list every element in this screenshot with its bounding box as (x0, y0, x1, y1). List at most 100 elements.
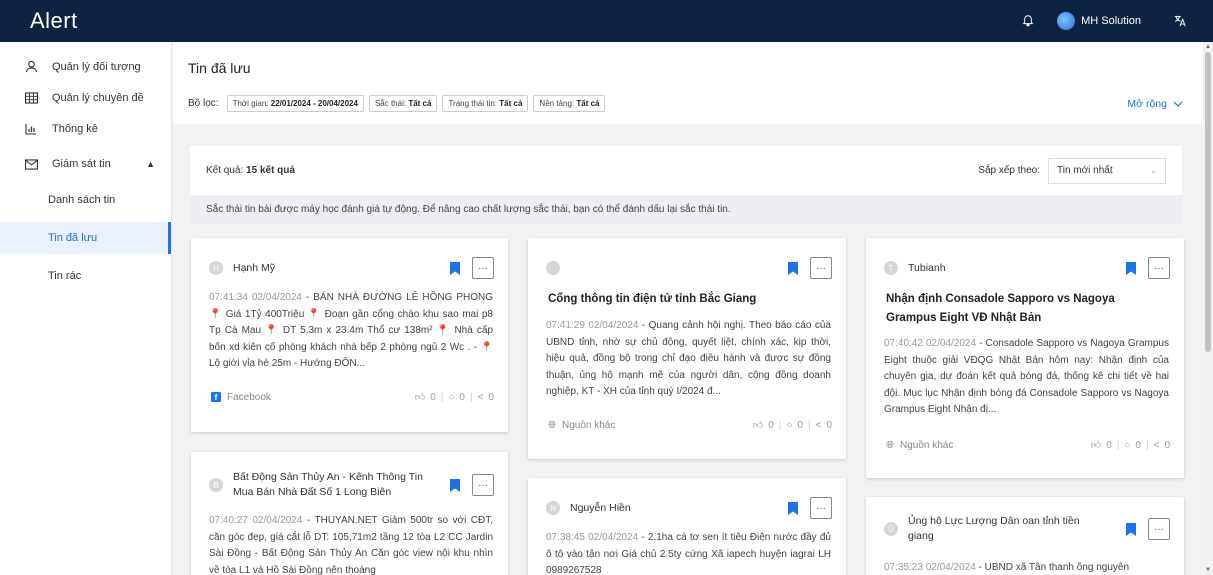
bookmark-icon[interactable] (1120, 257, 1142, 279)
bookmark-icon[interactable] (782, 497, 804, 519)
source-name[interactable]: Nguyễn Hiền (570, 501, 631, 516)
sidebar-item-news-list[interactable]: Danh sách tin (0, 184, 171, 216)
top-bar: Alert MH Solution (0, 0, 1213, 42)
table-icon (24, 91, 38, 105)
card-header: T Tubianh ··· (884, 256, 1170, 280)
card-content[interactable]: 07:40:27 02/04/2024 - THUYAN.NET Giảm 50… (209, 513, 493, 575)
engagement-stats: 👍︎ 0 | ○ 0 | <0 (752, 419, 832, 432)
news-card[interactable]: T Tubianh ··· Nhận định Consadole Sappor… (866, 238, 1184, 478)
card-title[interactable]: Cổng thông tin điện tử tỉnh Bắc Giang (548, 290, 828, 309)
card-actions: ··· (782, 497, 832, 519)
card-content[interactable]: 07:40:42 02/04/2024 - Consadole Sapporo … (884, 336, 1169, 420)
more-options-button[interactable]: ··· (1148, 518, 1170, 540)
bookmark-icon[interactable] (444, 474, 466, 496)
card-actions: ··· (444, 474, 494, 496)
comment-icon: ○ (1124, 439, 1131, 451)
bookmark-icon[interactable] (1120, 518, 1142, 540)
page-title: Tin đã lưu (188, 60, 251, 76)
news-card[interactable]: B Bất Động Sản Thủy An - Kênh Thông Tin … (191, 452, 508, 575)
share-icon: < (477, 391, 484, 403)
scroll-thumb[interactable] (1205, 52, 1211, 352)
source-name[interactable]: Tubianh (908, 261, 946, 276)
card-content[interactable]: 07:35:23 02/04/2024 - UBND xã Tân thanh … (884, 560, 1169, 575)
post-time: 07:35:23 02/04/2024 (884, 562, 976, 573)
source-name[interactable]: Hạnh Mỹ (233, 261, 275, 276)
mail-icon (24, 157, 38, 171)
filter-chip-platform[interactable]: Nền tảng: Tất cả (533, 95, 606, 112)
more-options-button[interactable]: ··· (810, 497, 832, 519)
expand-button[interactable]: Mở rộng (1127, 98, 1183, 110)
platform-info: 🌐︎ Nguồn khác (886, 439, 954, 451)
sidebar-item-object-management[interactable]: Quản lý đối tượng (0, 51, 171, 82)
source-avatar: Ủ (884, 522, 898, 536)
card-actions: ··· (444, 257, 494, 279)
filter-chip-time[interactable]: Thời gian: 22/01/2024 - 20/04/2024 (226, 95, 364, 112)
sidebar-item-saved-news[interactable]: Tin đã lưu (0, 222, 171, 254)
card-content[interactable]: 07:41:29 02/04/2024 - Quang cảnh hội ngh… (546, 318, 831, 402)
sort-select[interactable]: Tin mới nhất ⌄ (1048, 157, 1166, 184)
chevron-up-icon[interactable]: ▲ (146, 159, 155, 169)
sidebar-item-label: Giám sát tin (52, 158, 111, 170)
post-text: UBND xã Tân thanh ông nguyên (984, 562, 1130, 573)
more-options-button[interactable]: ··· (472, 474, 494, 496)
facebook-icon: f (211, 392, 221, 402)
card-header: H Hạnh Mỹ ··· (209, 256, 494, 280)
filter-chip-status[interactable]: Trạng thái tin: Tất cả (442, 95, 529, 112)
result-count: Kết quả: 15 kết quả (206, 165, 295, 176)
source-name[interactable]: Ủng hộ Lực Lượng Dân oan tỉnh tiền giang (908, 514, 1088, 544)
news-card[interactable]: N Nguyễn Hiền ··· 07:38:45 02/04/2024 - … (528, 478, 846, 575)
card-header: ··· (546, 256, 832, 280)
card-actions: ··· (1120, 518, 1170, 540)
post-time: 07:38:45 02/04/2024 (546, 532, 639, 543)
filter-chip-sentiment[interactable]: Sắc thái: Tất cả (368, 95, 438, 112)
engagement-stats: 👍︎ 0 | ○ 0 | <0 (1090, 439, 1170, 452)
scrollbar[interactable]: ▲ ▼ (1203, 42, 1213, 575)
sidebar-item-topic-management[interactable]: Quản lý chuyên đề (0, 82, 171, 113)
chevron-down-icon (1173, 101, 1183, 107)
card-footer: 🌐︎ Nguồn khác 👍︎ 0 | ○ 0 | <0 (548, 419, 832, 432)
like-icon: 👍︎ (752, 420, 764, 431)
sort-label: Sắp xếp theo: (978, 165, 1040, 176)
top-right-actions: MH Solution (1021, 12, 1187, 30)
news-card[interactable]: Ủ Ủng hộ Lực Lượng Dân oan tỉnh tiền gia… (866, 497, 1184, 575)
like-icon: 👍︎ (1090, 440, 1102, 451)
more-options-button[interactable]: ··· (472, 257, 494, 279)
sidebar-item-label: Quản lý chuyên đề (52, 91, 144, 104)
engagement-stats: 👍︎ 0 | ○ 0 | <0 (414, 391, 494, 404)
bookmark-icon[interactable] (782, 257, 804, 279)
comment-icon: ○ (448, 391, 455, 403)
card-content[interactable]: 07:38:45 02/04/2024 - 2.1ha cà tơ sen ít… (546, 530, 831, 575)
card-content[interactable]: 07:41:34 02/04/2024 - BÁN NHÀ ĐƯỜNG LÊ H… (209, 290, 493, 374)
post-time: 07:40:42 02/04/2024 (884, 338, 977, 349)
share-icon: < (815, 419, 822, 431)
source-avatar: B (209, 478, 223, 492)
chart-icon (24, 122, 38, 136)
news-card[interactable]: ··· Cổng thông tin điện tử tỉnh Bắc Gian… (528, 238, 846, 459)
scroll-up-icon[interactable]: ▲ (1205, 44, 1211, 50)
chevron-down-icon: ⌄ (1150, 166, 1157, 175)
translate-icon[interactable] (1173, 14, 1187, 28)
card-title[interactable]: Nhận định Consadole Sapporo vs Nagoya Gr… (886, 290, 1166, 328)
source-avatar (546, 261, 560, 275)
sidebar-item-news-monitoring[interactable]: Giám sát tin ▲ (0, 144, 171, 184)
news-card[interactable]: H Hạnh Mỹ ··· 07:41:34 02/04/2024 - BÁN … (191, 238, 508, 432)
post-time: 07:41:29 02/04/2024 (546, 320, 639, 331)
user-name[interactable]: MH Solution (1081, 15, 1141, 27)
scroll-down-icon[interactable]: ▼ (1205, 567, 1211, 573)
post-text: Consadole Sapporo vs Nagoya Grampus Eigh… (884, 338, 1169, 416)
sidebar-item-label: Quản lý đối tượng (52, 60, 141, 73)
bookmark-icon[interactable] (444, 257, 466, 279)
sidebar-item-spam-news[interactable]: Tin rác (0, 260, 171, 292)
filter-bar: Bộ lọc: Thời gian: 22/01/2024 - 20/04/20… (188, 95, 606, 112)
card-footer: f Facebook 👍︎ 0 | ○ 0 | <0 (211, 391, 494, 403)
globe-icon: 🌐︎ (548, 419, 556, 431)
expand-label: Mở rộng (1127, 98, 1167, 110)
more-options-button[interactable]: ··· (810, 257, 832, 279)
source-name[interactable]: Bất Động Sản Thủy An - Kênh Thông Tin Mu… (233, 470, 444, 500)
card-actions: ··· (782, 257, 832, 279)
app-logo[interactable]: Alert (30, 8, 78, 34)
more-options-button[interactable]: ··· (1148, 257, 1170, 279)
avatar[interactable] (1057, 12, 1076, 30)
sidebar-item-statistics[interactable]: Thống kê (0, 113, 171, 144)
bell-icon[interactable] (1021, 14, 1035, 28)
